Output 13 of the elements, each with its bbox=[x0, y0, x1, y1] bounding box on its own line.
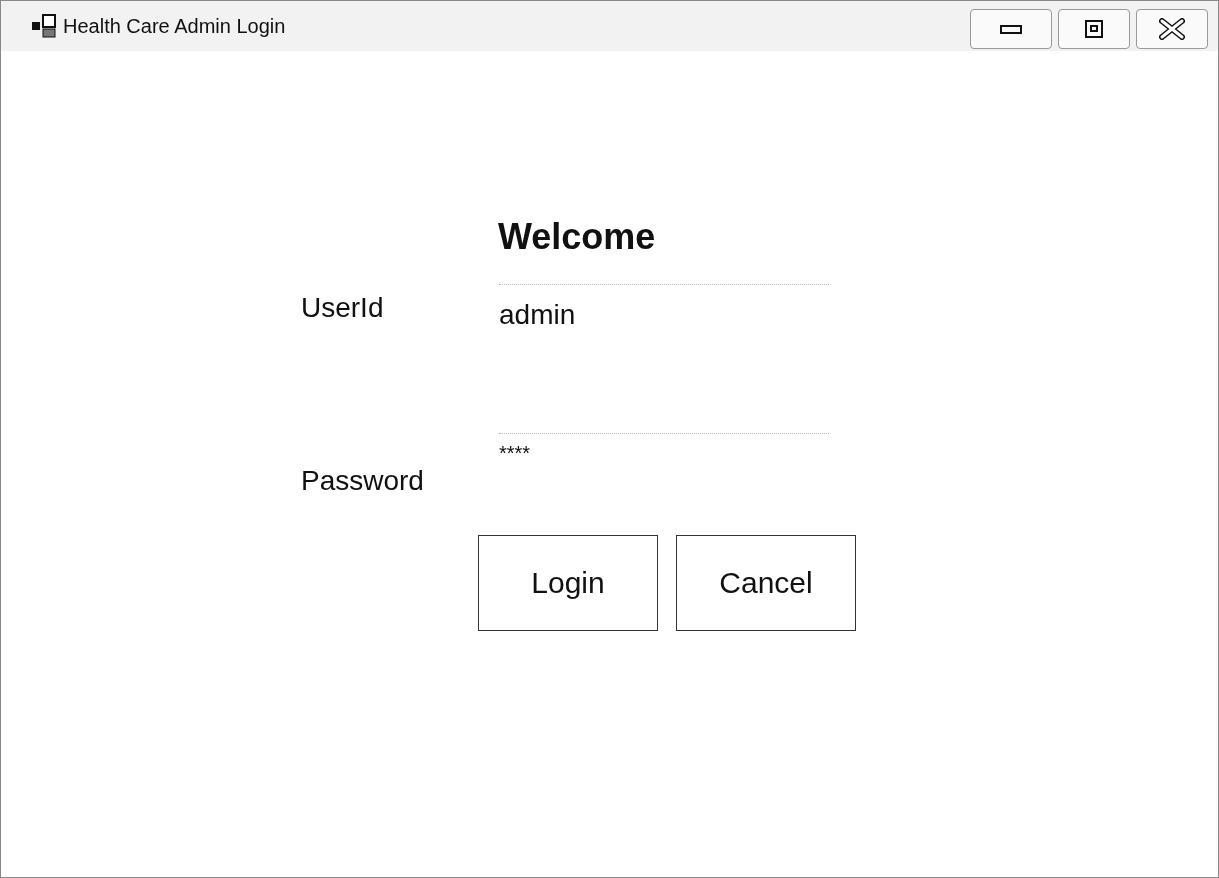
maximize-icon bbox=[1084, 19, 1104, 39]
field-label: UserId bbox=[301, 292, 385, 324]
field-label: Password bbox=[301, 465, 425, 497]
minimize-button[interactable] bbox=[970, 9, 1052, 49]
maximize-button[interactable] bbox=[1058, 9, 1130, 49]
dialog-button[interactable]: Cancel bbox=[676, 535, 856, 631]
window-title: Health Care Admin Login bbox=[63, 14, 286, 38]
minimize-icon bbox=[1000, 23, 1022, 35]
close-icon bbox=[1159, 18, 1185, 40]
dialog-button[interactable]: Login bbox=[478, 535, 658, 631]
welcome-heading: Welcome bbox=[498, 216, 657, 258]
close-button[interactable] bbox=[1136, 9, 1208, 49]
computer-icon bbox=[31, 13, 57, 39]
